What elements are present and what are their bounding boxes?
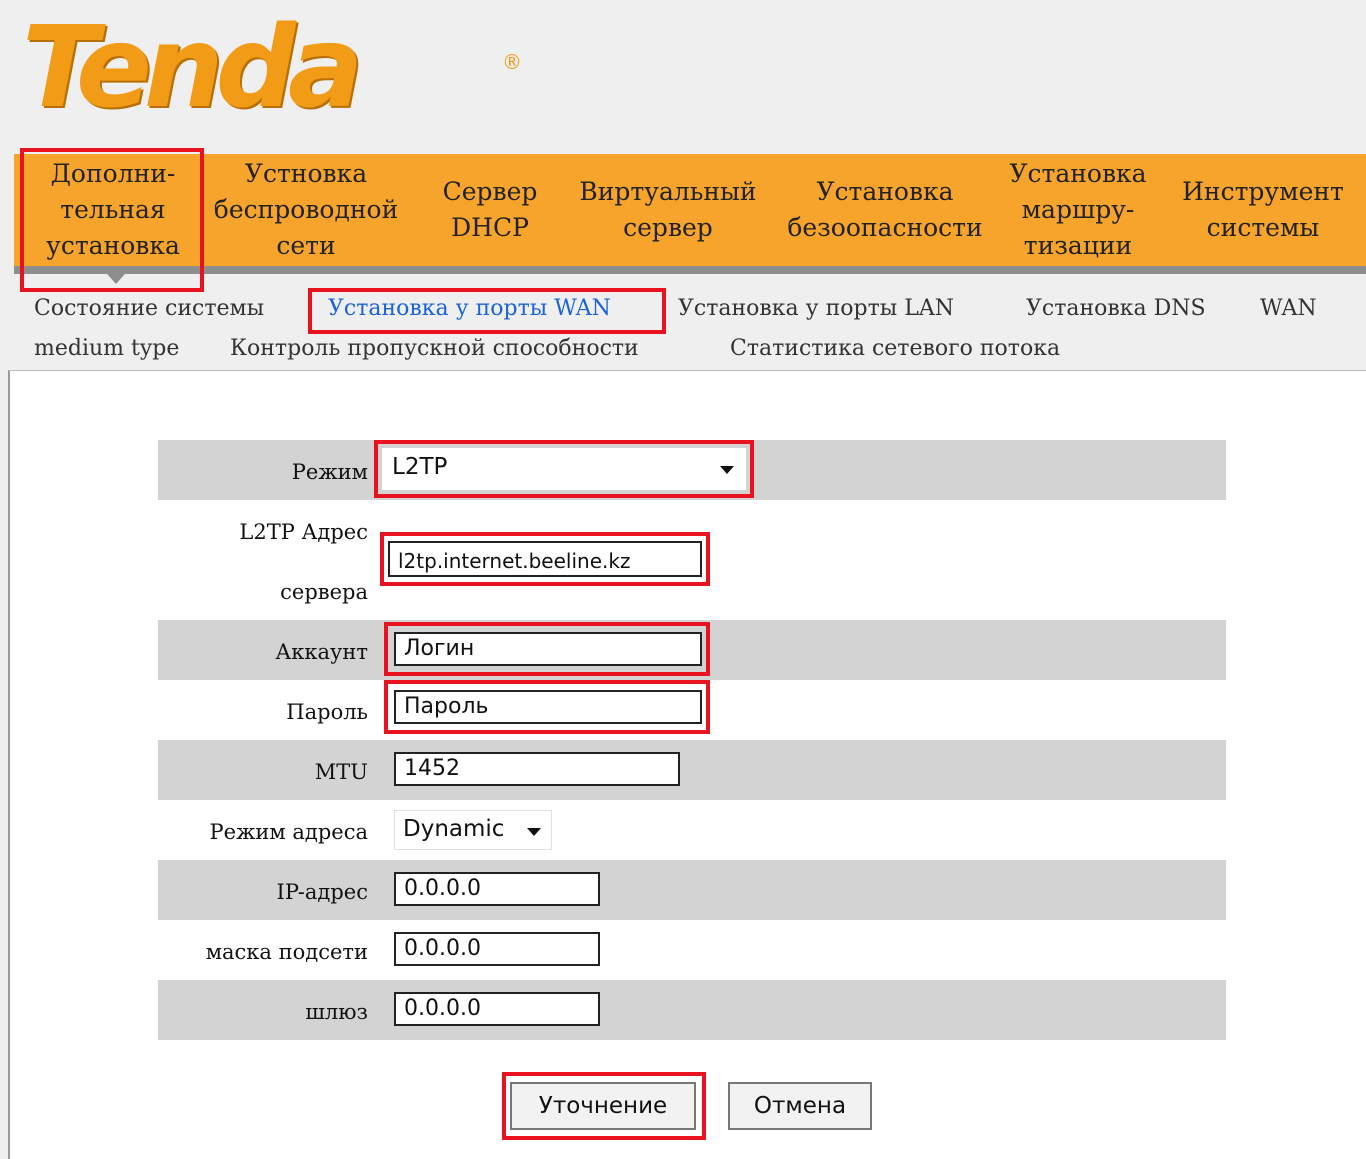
tenda-logo: Tenda ® (22, 8, 522, 128)
cancel-button[interactable]: Отмена (728, 1082, 872, 1130)
server-label-line1: L2TP Адрес (239, 520, 368, 544)
nav-virtual-server[interactable]: Виртуальный сервер (562, 154, 774, 266)
gateway-input[interactable]: 0.0.0.0 (394, 992, 600, 1026)
mode-select-value: L2TP (392, 454, 448, 480)
ip-input[interactable]: 0.0.0.0 (394, 872, 600, 906)
addr-mode-value: Dynamic (403, 816, 505, 842)
row-mask: маска подсети (158, 920, 1226, 980)
subnav-wan-setup[interactable]: Установка у порты WAN (328, 296, 611, 321)
server-address-input[interactable]: l2tp.internet.beeline.kz (388, 541, 702, 577)
account-input[interactable]: Логин (394, 632, 702, 666)
row-addr-mode: Режим адреса (158, 800, 1226, 860)
nav-system-tools[interactable]: Инструмент системы (1164, 154, 1362, 266)
subnav-wan-medium[interactable]: WAN (1260, 296, 1317, 321)
row-mtu: MTU (158, 740, 1226, 800)
main-nav: Дополни- тельная установка Устновка бесп… (14, 154, 1366, 274)
subnav-lan-setup[interactable]: Установка у порты LAN (678, 296, 954, 321)
nav-wireless-setup[interactable]: Устновка беспроводной сети (200, 154, 412, 266)
account-label: Аккаунт (275, 640, 368, 664)
subnav-bandwidth-control[interactable]: Контроль пропускной способности (230, 336, 639, 361)
subnav-wan-medium-type[interactable]: medium type (34, 336, 179, 361)
chevron-down-icon (527, 828, 541, 836)
ip-label: IP-адрес (276, 880, 368, 904)
mode-label: Режим (291, 460, 368, 484)
subnav-traffic-stats[interactable]: Статистика сетевого потока (730, 336, 1060, 361)
save-button[interactable]: Уточнение (510, 1082, 696, 1130)
addr-mode-label: Режим адреса (209, 820, 368, 844)
active-nav-pointer (100, 266, 132, 284)
mask-label: маска подсети (205, 940, 368, 964)
sub-nav: Состояние системы Установка у порты WAN … (0, 288, 1366, 370)
chevron-down-icon (720, 466, 734, 474)
password-input[interactable]: Пароль (394, 690, 702, 724)
logo-text: Tenda (22, 3, 363, 133)
password-label: Пароль (286, 700, 368, 724)
subnav-dns-setup[interactable]: Установка DNS (1026, 296, 1206, 321)
row-ip: IP-адрес (158, 860, 1226, 920)
gateway-label: шлюз (305, 1000, 368, 1024)
nav-advanced-setup[interactable]: Дополни- тельная установка (22, 154, 204, 266)
mtu-input[interactable]: 1452 (394, 752, 680, 786)
nav-routing-setup[interactable]: Установка маршру- тизации (1002, 154, 1154, 266)
mtu-label: MTU (314, 760, 368, 784)
nav-security-setup[interactable]: Установка безоопасности (770, 154, 1000, 266)
mode-select[interactable]: L2TP (382, 448, 746, 490)
server-label-line2: сервера (280, 580, 368, 604)
registered-mark: ® (502, 50, 522, 74)
addr-mode-select[interactable]: Dynamic (394, 810, 552, 850)
nav-dhcp-server[interactable]: Сервер DHCP (428, 154, 552, 266)
subnav-system-status[interactable]: Состояние системы (34, 296, 264, 321)
mask-input[interactable]: 0.0.0.0 (394, 932, 600, 966)
row-gateway: шлюз (158, 980, 1226, 1040)
